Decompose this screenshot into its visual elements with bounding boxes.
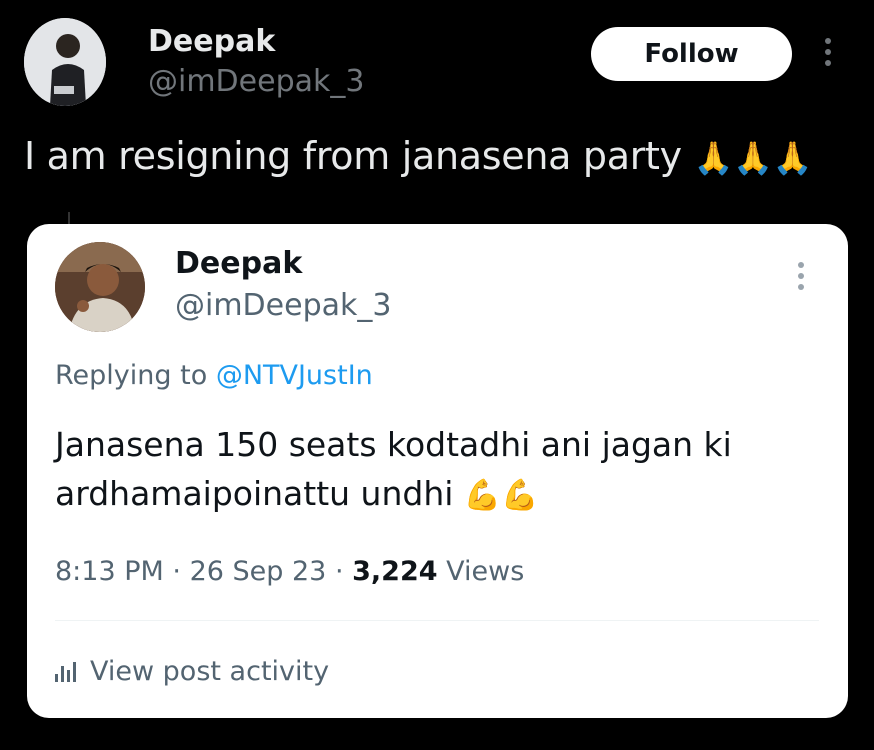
more-vertical-icon[interactable] xyxy=(791,262,811,296)
replying-to: Replying to @NTVJustIn xyxy=(55,360,373,391)
quoted-text-line: Janasena 150 seats kodtadhi ani jagan ki xyxy=(55,425,732,464)
post-date[interactable]: 26 Sep 23 xyxy=(190,556,327,587)
author-name[interactable]: Deepak xyxy=(175,246,302,281)
post-text-content: I am resigning from janasena party xyxy=(24,134,682,178)
separator-dot: · xyxy=(334,556,344,587)
quoted-post-text: Janasena 150 seats kodtadhi ani jagan ki… xyxy=(55,420,835,520)
author-handle[interactable]: @imDeepak_3 xyxy=(148,64,364,99)
follow-button[interactable]: Follow xyxy=(591,27,792,81)
post-meta: 8:13 PM · 26 Sep 23 · 3,224 Views xyxy=(55,556,524,587)
pray-emoji: 🙏🙏🙏 xyxy=(693,139,813,177)
divider xyxy=(55,620,819,621)
post-time[interactable]: 8:13 PM xyxy=(55,556,164,587)
author-handle[interactable]: @imDeepak_3 xyxy=(175,288,391,323)
separator-dot: · xyxy=(172,556,181,587)
flexed-bicep-emoji: 💪💪 xyxy=(463,478,539,513)
quoted-post-card[interactable]: Deepak @imDeepak_3 Replying to @NTVJustI… xyxy=(27,224,848,718)
quoted-text-line: ardhamaipoinattu undhi 💪💪 xyxy=(55,469,835,520)
profile-photo xyxy=(55,242,145,332)
bar-chart-icon xyxy=(55,661,76,682)
post-text: I am resigning from janasena party 🙏🙏🙏 xyxy=(24,134,813,178)
replying-prefix: Replying to xyxy=(55,360,208,391)
avatar[interactable] xyxy=(55,242,145,332)
views-count: 3,224 xyxy=(352,556,438,587)
views-label: Views xyxy=(446,556,525,587)
view-post-activity-link[interactable]: View post activity xyxy=(55,656,329,687)
more-vertical-icon[interactable] xyxy=(818,38,838,72)
avatar[interactable] xyxy=(24,18,106,106)
quoted-text-content: ardhamaipoinattu undhi xyxy=(55,474,454,513)
author-name[interactable]: Deepak xyxy=(148,24,275,59)
profile-photo xyxy=(24,18,106,106)
mention-link[interactable]: @NTVJustIn xyxy=(216,360,373,391)
activity-label: View post activity xyxy=(90,656,330,687)
